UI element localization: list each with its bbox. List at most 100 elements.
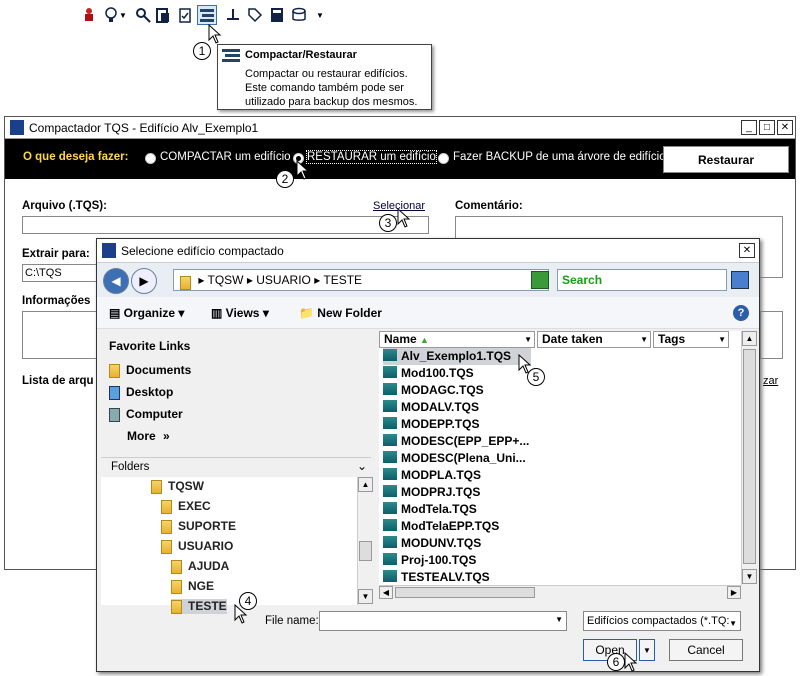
tree-item-exec[interactable]: EXEC bbox=[161, 499, 211, 514]
new-folder-button[interactable]: 📁 New Folder bbox=[299, 306, 382, 320]
tree-item-usuario[interactable]: USUARIO bbox=[161, 539, 233, 554]
dropdown-icon[interactable]: ▼ bbox=[314, 6, 326, 24]
col-date-taken[interactable]: Date taken ▼ bbox=[537, 331, 651, 348]
tree-item-nge[interactable]: NGE bbox=[171, 579, 214, 594]
address-path[interactable]: ▸ TQSW ▸ USUARIO ▸ TESTE ▼ bbox=[173, 269, 549, 291]
help-icon[interactable]: ? bbox=[733, 305, 749, 321]
magnifier-icon[interactable] bbox=[134, 6, 152, 24]
minimize-button[interactable]: _ bbox=[741, 120, 757, 135]
organize-button[interactable]: ▤ Organize ▾ bbox=[109, 306, 184, 320]
file-hscroll-thumb[interactable] bbox=[395, 587, 535, 598]
radio-backup[interactable] bbox=[438, 153, 449, 164]
tqs-file-icon bbox=[383, 349, 397, 361]
mouse-cursor-icon bbox=[234, 603, 248, 624]
tree-item-suporte[interactable]: SUPORTE bbox=[161, 519, 236, 534]
favorite-documents[interactable]: Documents bbox=[109, 363, 191, 378]
search-input[interactable]: Search bbox=[557, 269, 727, 291]
open-dropdown-button[interactable]: ▼ bbox=[639, 639, 655, 661]
tree-scrollbar[interactable]: ▲ ▼ bbox=[357, 477, 373, 605]
folders-header[interactable]: Folders ⌄ bbox=[101, 457, 371, 475]
tooltip-body: Compactar ou restaurar edifícios. Este c… bbox=[245, 68, 418, 108]
file-item[interactable]: MODESC(Plena_Uni... bbox=[383, 450, 526, 467]
tqs-file-icon bbox=[383, 366, 397, 378]
tqs-file-icon bbox=[383, 383, 397, 395]
dialog-title: Selecione edifício compactado bbox=[121, 244, 284, 258]
file-name: MODALV.TQS bbox=[401, 400, 480, 414]
file-name: MODUNV.TQS bbox=[401, 536, 482, 550]
tree-item-tqsw[interactable]: TQSW bbox=[151, 479, 204, 494]
col-name[interactable]: Name ▲ ▼ bbox=[379, 331, 535, 348]
informacoes-field-right bbox=[760, 311, 783, 359]
file-item[interactable]: MODUNV.TQS bbox=[383, 535, 481, 552]
tree-scroll-thumb[interactable] bbox=[359, 541, 372, 561]
file-name: MODPLA.TQS bbox=[401, 468, 481, 482]
more-link[interactable]: More » bbox=[127, 429, 170, 443]
tqs-file-icon bbox=[383, 502, 397, 514]
file-list-hscrollbar[interactable]: ◀ ▶ bbox=[379, 585, 741, 599]
tree-item-ajuda[interactable]: AJUDA bbox=[171, 559, 229, 574]
maximize-button[interactable]: □ bbox=[759, 120, 775, 135]
forward-button[interactable]: ▶ bbox=[131, 268, 157, 294]
file-item[interactable]: ModTela.TQS bbox=[383, 501, 477, 518]
callout-2: 2 bbox=[276, 170, 294, 188]
tqs-file-icon bbox=[383, 451, 397, 463]
file-item[interactable]: MODPLA.TQS bbox=[383, 467, 481, 484]
crumb-usuario[interactable]: USUARIO bbox=[256, 273, 311, 287]
compact-restore-icon bbox=[222, 49, 240, 63]
file-item[interactable]: MODPRJ.TQS bbox=[383, 484, 480, 501]
file-item[interactable]: MODESC(EPP_EPP+... bbox=[383, 433, 529, 450]
favorite-links-pane: Favorite Links Documents Desktop Compute… bbox=[101, 333, 371, 451]
file-list-scrollbar[interactable]: ▲ ▼ bbox=[741, 331, 757, 585]
col-tags[interactable]: Tags ▼ bbox=[653, 331, 729, 348]
folders-label: Folders bbox=[111, 461, 150, 473]
radio-compactar-label: COMPACTAR um edifício bbox=[160, 151, 291, 163]
favorite-desktop[interactable]: Desktop bbox=[109, 385, 173, 400]
building-icon[interactable] bbox=[154, 6, 172, 24]
database-icon[interactable] bbox=[290, 6, 308, 24]
close-button[interactable]: ✕ bbox=[777, 120, 793, 135]
documents-icon bbox=[109, 363, 120, 378]
mouse-cursor-icon bbox=[397, 207, 411, 228]
right-link[interactable]: zar bbox=[763, 375, 778, 387]
tqs-file-icon bbox=[383, 434, 397, 446]
radio-compactar[interactable] bbox=[145, 153, 156, 164]
anchor-icon[interactable] bbox=[224, 6, 242, 24]
chevron-down-icon[interactable]: ▼ bbox=[118, 6, 128, 24]
views-button[interactable]: ▥ Views ▾ bbox=[211, 306, 269, 320]
radio-restaurar-label: RESTAURAR um edifício bbox=[306, 150, 437, 164]
favorite-computer[interactable]: Computer bbox=[109, 407, 183, 422]
refresh-icon[interactable] bbox=[531, 271, 549, 289]
tag-icon[interactable] bbox=[246, 6, 264, 24]
file-item[interactable]: Alv_Exemplo1.TQS bbox=[383, 348, 532, 365]
compact-restore-icon[interactable] bbox=[197, 5, 217, 25]
collapse-chevron-icon[interactable]: ⌄ bbox=[357, 459, 367, 473]
extrair-label: Extrair para: bbox=[22, 248, 90, 260]
file-item[interactable]: TESTEALV.TQS bbox=[383, 569, 490, 586]
clipboard-icon[interactable] bbox=[176, 6, 194, 24]
crumb-teste[interactable]: TESTE bbox=[323, 273, 362, 287]
file-item[interactable]: MODEPP.TQS bbox=[383, 416, 479, 433]
crumb-tqsw[interactable]: TQSW bbox=[207, 273, 243, 287]
filetype-select[interactable]: Edifícios compactados (*.TQ: ▼ bbox=[583, 611, 741, 631]
person-icon[interactable] bbox=[80, 6, 98, 24]
file-item[interactable]: MODALV.TQS bbox=[383, 399, 479, 416]
file-item[interactable]: Proj-100.TQS bbox=[383, 552, 476, 569]
file-item[interactable]: Mod100.TQS bbox=[383, 365, 474, 382]
file-name: MODESC(EPP_EPP+... bbox=[401, 434, 530, 448]
back-button[interactable]: ◀ bbox=[103, 268, 129, 294]
calculator-icon[interactable] bbox=[268, 6, 286, 24]
file-scroll-thumb[interactable] bbox=[743, 349, 756, 564]
filename-input[interactable]: ▼ bbox=[319, 611, 567, 631]
file-item[interactable]: MODAGC.TQS bbox=[383, 382, 484, 399]
file-name: Proj-100.TQS bbox=[401, 553, 477, 567]
file-item[interactable]: ModTelaEPP.TQS bbox=[383, 518, 499, 535]
dialog-close-button[interactable]: ✕ bbox=[739, 243, 755, 258]
dialog-titlebar: Selecione edifício compactado ✕ bbox=[97, 239, 759, 263]
address-bar: ◀ ▶ ▸ TQSW ▸ USUARIO ▸ TESTE ▼ Search bbox=[97, 263, 759, 297]
extrair-field[interactable]: C:\TQS bbox=[22, 264, 102, 282]
cancel-button[interactable]: Cancel bbox=[669, 639, 743, 661]
action-bar: O que deseja fazer: COMPACTAR um edifíci… bbox=[5, 139, 795, 179]
restaurar-button[interactable]: Restaurar bbox=[663, 146, 789, 173]
arquivo-field[interactable] bbox=[22, 216, 429, 234]
search-icon[interactable] bbox=[731, 271, 749, 289]
